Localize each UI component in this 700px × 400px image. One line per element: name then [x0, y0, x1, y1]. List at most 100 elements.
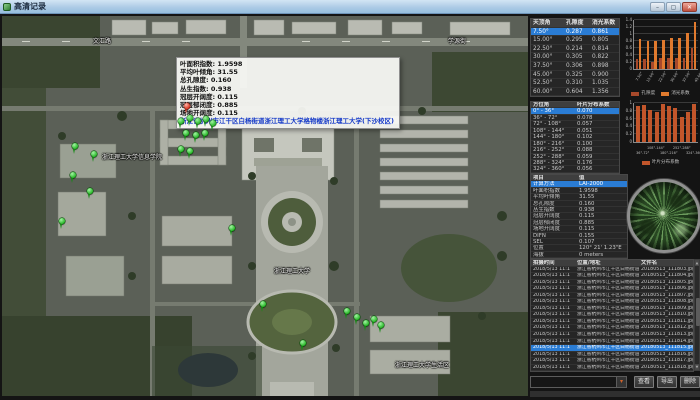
- column-header: 孔隙度: [564, 19, 590, 27]
- zenith-chart-plot: 00.20.40.60.811.21.4: [633, 20, 698, 70]
- table-cell: 20180513_111816.jpg: [639, 352, 693, 358]
- table-row[interactable]: 2018/5/13 11:1浙江省杭州市江干区白杨街道20180513_1118…: [531, 365, 693, 372]
- table-row[interactable]: 60.00°0.6041.356: [531, 88, 619, 97]
- green-map-pin[interactable]: [193, 132, 200, 143]
- table-cell: 浙江省杭州市江干区白杨街道: [575, 319, 639, 325]
- column-header: 文件名: [639, 260, 693, 266]
- table-row[interactable]: 37.50°0.3060.898: [531, 62, 619, 71]
- view-button[interactable]: 查看: [634, 376, 654, 388]
- dropdown-arrow-icon[interactable]: ▾: [616, 377, 626, 387]
- azimuth-angle-table[interactable]: 方位角叶片分布系数0° - 36°0.07036° - 72°0.07872° …: [530, 101, 620, 174]
- table-cell: 72° - 108°: [531, 121, 575, 126]
- table-cell: 0.861: [590, 28, 619, 36]
- y-tick-label: 1: [629, 32, 632, 36]
- green-map-pin[interactable]: [187, 148, 194, 159]
- green-map-pin[interactable]: [378, 322, 385, 333]
- green-map-pin[interactable]: [363, 320, 370, 331]
- green-map-pin[interactable]: [187, 115, 194, 126]
- application-window: 高清记录 – ▢ ✕: [0, 0, 700, 400]
- table-header-row: 天顶角孔隙度消光系数: [531, 19, 619, 28]
- zenith-angle-table[interactable]: 天顶角孔隙度消光系数7.50°0.2870.86115.00°0.2950.80…: [530, 18, 620, 97]
- bar: [647, 41, 650, 69]
- table-cell: 2018/5/13 11:1: [531, 365, 575, 371]
- minimize-button[interactable]: –: [650, 2, 665, 12]
- table-cell: 20180513_111818.jpg: [639, 365, 693, 371]
- green-map-pin[interactable]: [72, 143, 79, 154]
- export-button[interactable]: 导出: [657, 376, 677, 388]
- table-cell: 2018/5/13 11:1: [531, 339, 575, 345]
- table-row[interactable]: 15.00°0.2950.805: [531, 36, 619, 45]
- file-filter-combobox[interactable]: ▾: [530, 376, 627, 388]
- table-cell: 20180513_111806.jpg: [639, 286, 693, 292]
- bar-group: [648, 103, 653, 142]
- column-header: 拍摄时间: [531, 260, 575, 266]
- green-map-pin[interactable]: [202, 130, 209, 141]
- table-row[interactable]: 22.50°0.2140.814: [531, 45, 619, 54]
- legend-swatch: [631, 92, 639, 96]
- legend-label: 消光系数: [671, 91, 689, 96]
- delete-button[interactable]: 删除: [680, 376, 700, 388]
- table-cell: 浙江省杭州市江干区白杨街道: [575, 273, 639, 279]
- table-cell: 0.056: [575, 166, 619, 171]
- legend-item: 叶片分布系数: [642, 160, 680, 165]
- table-cell: 0.214: [564, 45, 590, 53]
- green-map-pin[interactable]: [354, 314, 361, 325]
- green-map-pin[interactable]: [178, 118, 185, 129]
- bar-group: [692, 103, 697, 142]
- close-button[interactable]: ✕: [682, 2, 697, 12]
- scroll-up-arrow-icon[interactable]: ▲: [695, 260, 699, 266]
- table-row[interactable]: 海拔0 meters: [531, 252, 627, 258]
- y-tick-label: 1.4: [626, 18, 632, 22]
- scrollbar-thumb[interactable]: [696, 298, 700, 326]
- green-map-pin[interactable]: [203, 116, 210, 127]
- red-map-pin[interactable]: [184, 103, 191, 114]
- legend-item: 孔隙度: [631, 91, 655, 96]
- column-header: 值: [577, 175, 627, 180]
- azimuth-chart-xaxis: 36°-72°108°-144°180°-216°252°-288°324°-3…: [633, 146, 698, 158]
- table-row[interactable]: 7.50°0.2870.861: [531, 28, 619, 37]
- green-map-pin[interactable]: [210, 120, 217, 131]
- table-cell: 2018/5/13 11:1: [531, 273, 575, 279]
- y-tick-label: 0.2: [626, 60, 632, 64]
- table-cell: 浙江省杭州市江干区白杨街道: [575, 267, 639, 273]
- table-cell: 15.00°: [531, 36, 564, 44]
- table-row[interactable]: 324° - 360°0.056: [531, 166, 619, 172]
- green-map-pin[interactable]: [87, 188, 94, 199]
- green-map-pin[interactable]: [178, 146, 185, 157]
- table-cell: 0.078: [575, 115, 619, 120]
- table-cell: 浙江省杭州市江干区白杨街道: [575, 339, 639, 345]
- green-map-pin[interactable]: [300, 340, 307, 351]
- table-cell: 0.295: [564, 36, 590, 44]
- scroll-down-arrow-icon[interactable]: ▼: [695, 364, 699, 370]
- map[interactable]: 叶面积指数: 1.9598平均叶倾角: 31.55总孔隙度: 0.160丛生指数…: [2, 16, 528, 396]
- y-tick-label: 0.4: [626, 53, 632, 57]
- bar-group: [654, 103, 659, 142]
- green-map-pin[interactable]: [183, 130, 190, 141]
- app-icon: [3, 3, 11, 11]
- maximize-button[interactable]: ▢: [666, 2, 681, 12]
- green-map-pin[interactable]: [70, 172, 77, 183]
- green-map-pin[interactable]: [260, 301, 267, 312]
- table-cell: 2018/5/13 11:1: [531, 345, 575, 351]
- green-map-pin[interactable]: [59, 218, 66, 229]
- table-row[interactable]: 30.00°0.3050.822: [531, 53, 619, 62]
- table-cell: 20180513_111814.jpg: [639, 339, 693, 345]
- file-filter-input[interactable]: [531, 377, 616, 387]
- green-map-pin[interactable]: [344, 308, 351, 319]
- table-cell: 20180513_111813.jpg: [639, 332, 693, 338]
- green-map-pin[interactable]: [91, 151, 98, 162]
- column-header: 叶片分布系数: [575, 102, 619, 107]
- green-map-pin[interactable]: [371, 316, 378, 327]
- photo-files-table[interactable]: 拍摄时间位置/地址文件名2018/5/13 11:1浙江省杭州市江干区白杨街道2…: [530, 259, 694, 372]
- green-map-pin[interactable]: [229, 225, 236, 236]
- table-row[interactable]: 52.50°0.3101.035: [531, 79, 619, 88]
- file-list-scrollbar[interactable]: ▲ ▼: [694, 259, 700, 371]
- window-title: 高清记录: [14, 3, 46, 11]
- bar-group: [643, 20, 650, 69]
- table-cell: 20180513_111803.jpg: [639, 267, 693, 273]
- parameters-table[interactable]: 项目值计算方法LAI-2000叶面积指数1.9598平均叶倾角31.55总孔隙度…: [530, 174, 628, 259]
- table-row[interactable]: 45.00°0.3250.900: [531, 71, 619, 80]
- table-cell: 浙江省杭州市江干区白杨街道: [575, 325, 639, 331]
- green-map-pin[interactable]: [195, 118, 202, 129]
- bar: [680, 117, 684, 142]
